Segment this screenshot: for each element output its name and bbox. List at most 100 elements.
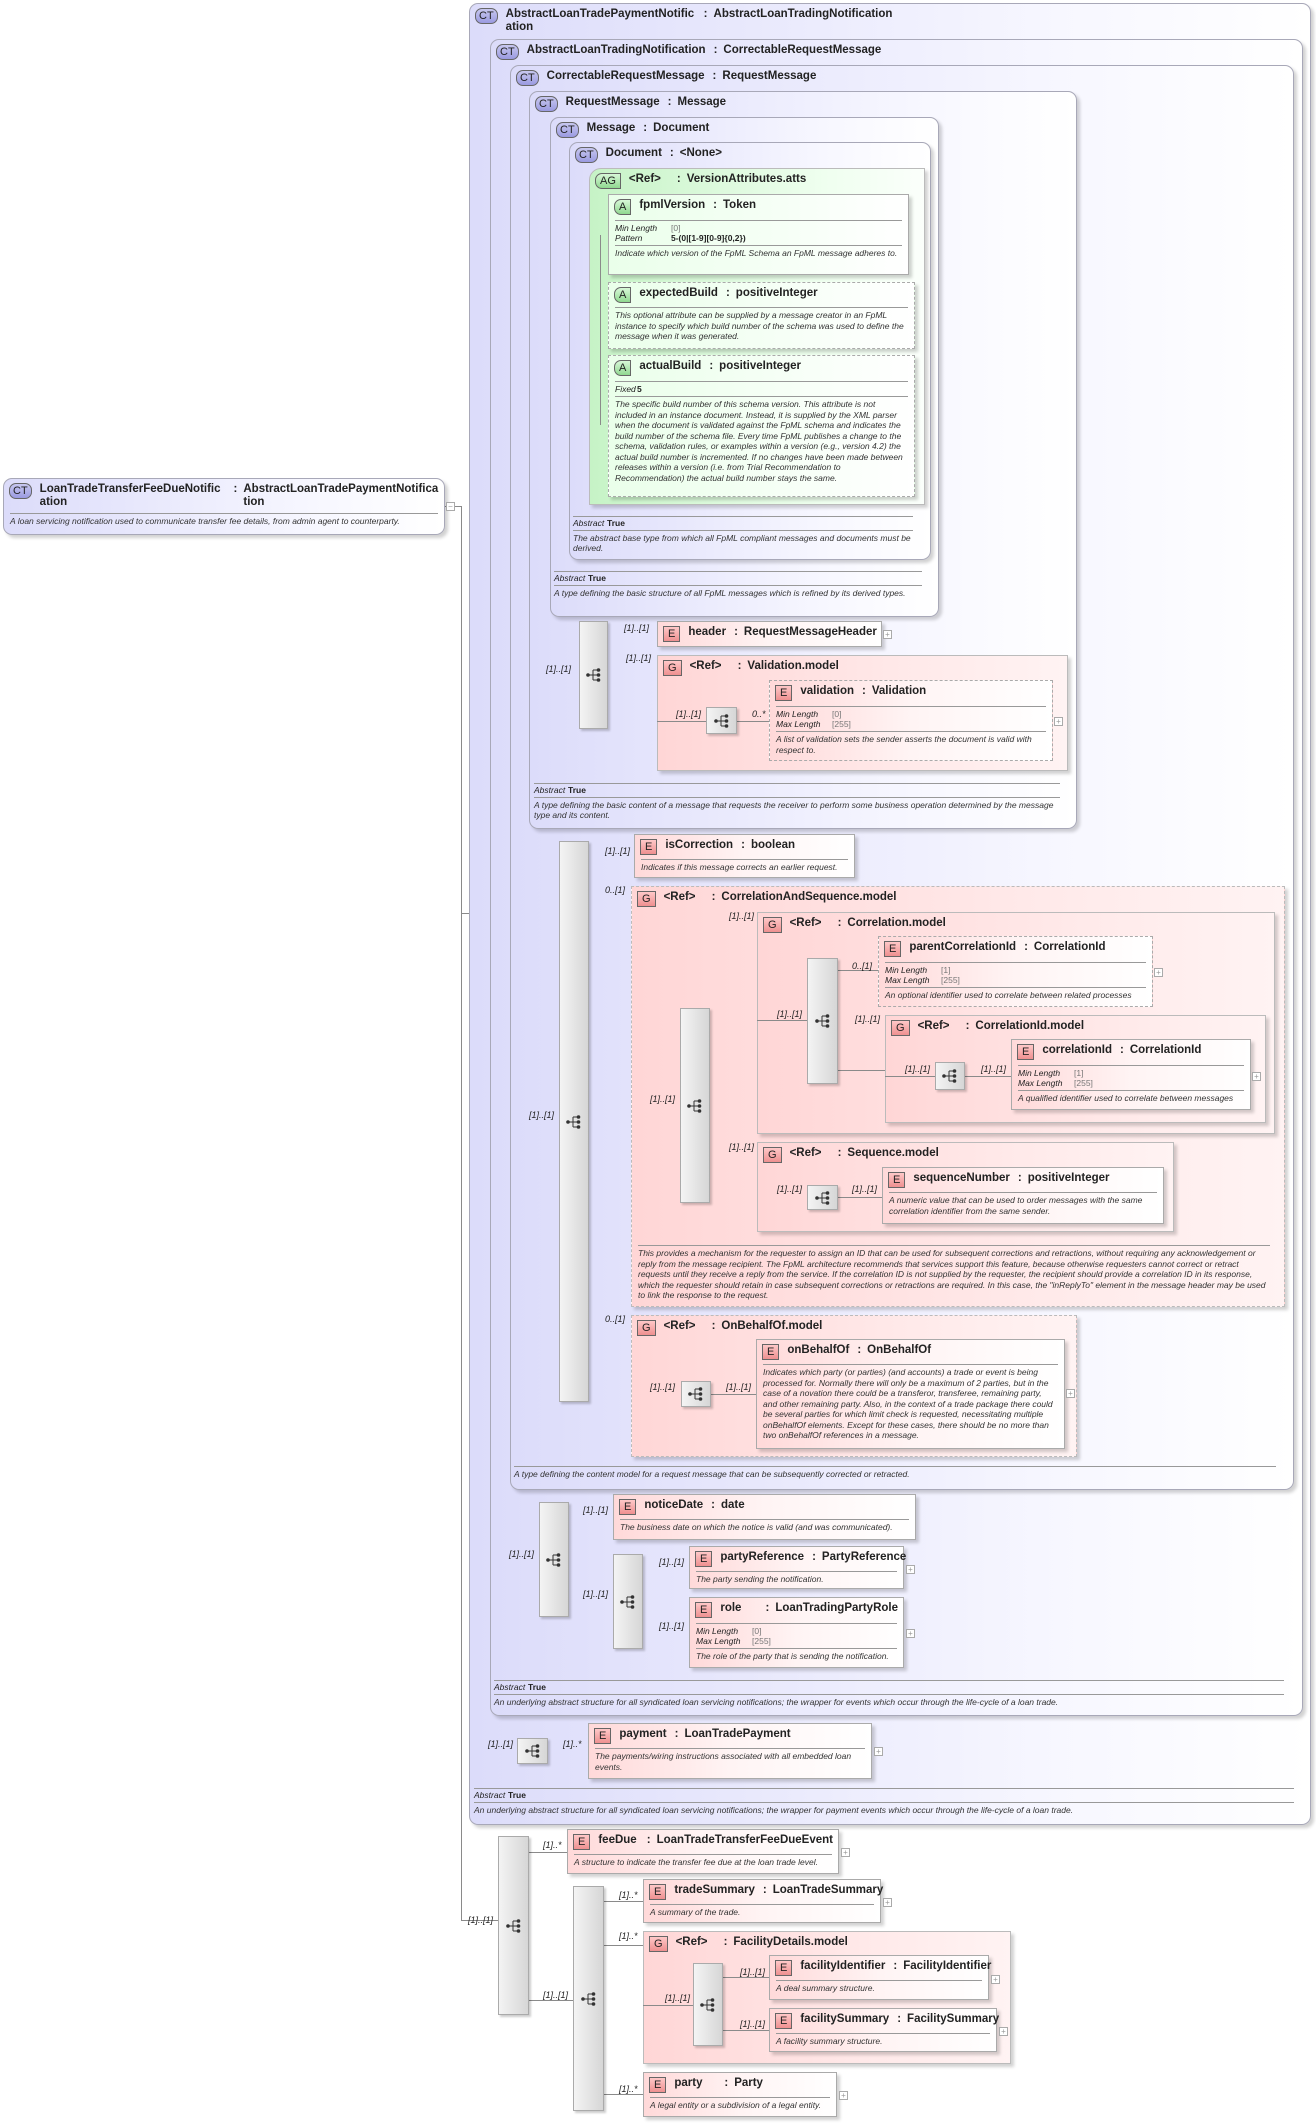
expand-toggle[interactable]: + [1154,968,1163,977]
complex-type-badge: CT [516,70,539,86]
cardinality-label: [1]..[1] [852,1184,878,1194]
element-is-correction[interactable]: EisCorrection: boolean Indicates if this … [634,834,855,878]
cardinality-label: [1]..[1] [529,1110,555,1120]
facets: Min Length [1] Max Length [255] [1018,1065,1244,1088]
base-type: AbstractLoanTradePaymentNotification [243,483,439,508]
cardinality-label: 0..* [752,709,766,719]
element-sequence-number[interactable]: EsequenceNumber: positiveInteger A numeri… [882,1167,1164,1224]
description: A structure to indicate the transfer fee… [574,1854,832,1868]
attribute-fpml-version[interactable]: AfpmlVersion: Token Min Length [0] Pattern 5… [608,194,909,275]
sequence-icon [700,1997,715,2012]
facet-value: [1] [941,965,951,975]
element-facility-identifier[interactable]: EfacilityIdentifier: FacilityIdentifier A… [769,1955,991,2000]
abstract-label: Abstract [554,573,586,583]
group-ref: <Ref> [663,1320,696,1332]
root-complex-type[interactable]: CT LoanTradeTransferFeeDueNotification: Ab… [3,478,445,535]
separator: : [674,1728,679,1740]
separator: : [812,1551,816,1563]
expand-toggle[interactable]: + [839,2091,848,2100]
collapse-toggle[interactable]: − [446,502,455,511]
complex-type-badge: CT [556,122,579,138]
description: An optional identifier used to correlate… [885,987,1146,1001]
element-validation[interactable]: Evalidation: Validation Min Length [0] Max … [769,680,1053,761]
element-name: tradeSummary [674,1884,755,1896]
sequence-compositor[interactable] [681,1381,711,1407]
attribute-actual-build[interactable]: AactualBuild: positiveInteger Fixed5 The … [608,355,915,497]
element-payment[interactable]: Epayment: LoanTradePayment The payments/w… [588,1723,872,1779]
element-type: LoanTradePayment [684,1728,791,1740]
group-type: CorrelationAndSequence.model [721,891,897,903]
expand-toggle[interactable]: + [1252,1072,1261,1081]
separator: : [711,1499,715,1511]
cardinality-label: [1]..* [563,1739,582,1749]
expand-toggle[interactable]: + [999,2027,1008,2036]
connector [461,506,462,1920]
sequence-icon [687,1098,702,1113]
expand-toggle[interactable]: + [906,1629,915,1638]
sequence-icon [566,1114,581,1129]
cardinality-label: [1]..[1] [605,846,631,856]
element-role[interactable]: Erole: LoanTradingPartyRole Min Length [0]… [689,1597,904,1668]
element-parent-correlation-id[interactable]: EparentCorrelationId: CorrelationId Min L… [878,936,1153,1007]
element-trade-summary[interactable]: EtradeSummary: LoanTradeSummary A summary… [643,1879,883,1923]
expand-toggle[interactable]: + [883,1898,892,1907]
expand-toggle[interactable]: + [906,1565,915,1574]
element-on-behalf-of[interactable]: EonBehalfOf: OnBehalfOf Indicates which p… [756,1339,1065,1449]
sequence-compositor[interactable] [935,1062,965,1090]
expand-toggle[interactable]: + [874,1747,883,1756]
element-name: onBehalfOf [787,1344,850,1356]
attribute-type: Token [723,199,757,211]
separator: : [713,44,718,56]
sequence-compositor[interactable] [706,707,737,734]
group-ref: <Ref> [789,917,822,929]
cardinality-label: [1]..[1] [676,709,702,719]
base-type: Document [653,122,710,134]
element-header[interactable]: Eheader: RequestMessageHeader [657,621,882,647]
element-party-reference[interactable]: EpartyReference: PartyReference The party… [689,1546,906,1589]
separator: : [893,1960,898,1972]
expand-toggle[interactable]: + [1054,717,1063,726]
expand-toggle[interactable]: + [1066,1389,1075,1398]
cardinality-label: [1]..[1] [468,1915,494,1925]
group-badge: G [637,1320,656,1336]
facet-value: [255] [941,975,960,985]
attribute-badge: A [614,199,632,215]
sequence-compositor[interactable] [559,841,589,1402]
cardinality-label: 0..[1] [605,1314,626,1324]
type-name: CorrectableRequestMessage [546,70,705,82]
element-type: date [720,1499,745,1511]
separator: : [723,1936,728,1948]
sequence-compositor[interactable] [807,1185,838,1210]
element-name: sequenceNumber [913,1172,1010,1184]
element-correlation-id[interactable]: EcorrelationId: CorrelationId Min Length [… [1011,1039,1251,1110]
element-fee-due[interactable]: EfeeDue: LoanTradeTransferFeeDueEvent A s… [567,1829,839,1874]
group-badge: G [891,1020,910,1036]
sequence-compositor[interactable] [517,1738,548,1764]
expand-toggle[interactable]: + [991,1975,1000,1984]
cardinality-label: [1]..[1] [546,664,572,674]
description: The party sending the notification. [696,1571,897,1585]
sequence-compositor[interactable] [579,621,608,729]
complex-type-badge: CT [496,44,519,60]
sequence-compositor[interactable] [680,1008,710,1203]
description: The business date on which the notice is… [620,1519,909,1533]
sequence-compositor[interactable] [693,1963,723,2046]
sequence-compositor[interactable] [498,1836,529,2015]
element-facility-summary[interactable]: EfacilitySummary: FacilitySummary A facil… [769,2008,999,2052]
sequence-compositor[interactable] [573,1886,604,2111]
element-party[interactable]: Eparty: Party A legal entity or a subdivi… [643,2072,837,2117]
element-type: RequestMessageHeader [743,626,877,638]
element-notice-date[interactable]: EnoticeDate: date The business date on wh… [613,1494,916,1540]
sequence-compositor[interactable] [613,1554,643,1649]
expand-toggle[interactable]: + [883,630,892,639]
facet-label: Min Length [1018,1068,1061,1078]
sequence-compositor[interactable] [807,958,838,1084]
separator: : [862,685,866,697]
abstract-value: True [568,785,586,795]
description: A type defining the basic content of a m… [534,799,1054,821]
expand-toggle[interactable]: + [841,1848,850,1857]
sequence-compositor[interactable] [539,1502,569,1617]
attribute-expected-build[interactable]: AexpectedBuild: positiveInteger This opti… [608,282,915,349]
complex-type-badge: CT [475,8,498,24]
abstract-label: Abstract [573,518,605,528]
